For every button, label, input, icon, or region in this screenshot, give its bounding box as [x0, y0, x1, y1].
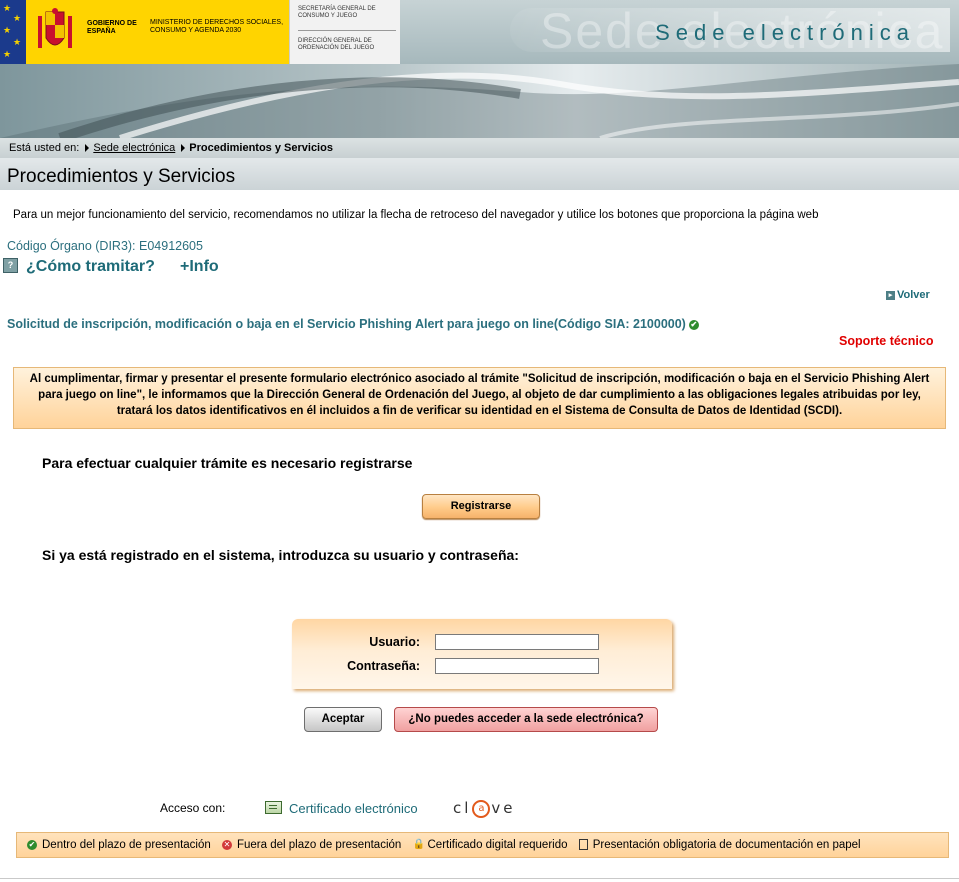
coat-of-arms-icon [38, 8, 72, 48]
login-heading: Si ya está registrado en el sistema, int… [42, 547, 519, 563]
legend-item: Presentación obligatoria de documentació… [578, 833, 861, 857]
legal-notice: Al cumplimentar, firmar y presentar el p… [13, 367, 946, 429]
help-icon[interactable]: ? [3, 258, 18, 273]
codigo-organo: Código Órgano (DIR3): E04912605 [7, 239, 203, 253]
legend-item: ✕ Fuera del plazo de presentación [221, 833, 402, 857]
eu-star-icon: ★ [3, 25, 12, 35]
lock-icon: 🔒 [412, 838, 425, 850]
arrow-right-icon: ▸ [886, 290, 895, 300]
register-heading: Para efectuar cualquier trámite es neces… [42, 455, 413, 471]
recommendation-text: Para un mejor funcionamiento del servici… [13, 209, 819, 221]
bottom-divider [0, 878, 959, 879]
eu-star-icon: ★ [13, 13, 22, 23]
eu-star-icon: ★ [13, 37, 22, 47]
ministerio-label: MINISTERIO DE DERECHOS SOCIALES, CONSUMO… [150, 19, 284, 34]
legend-item: ✔ Dentro del plazo de presentación [27, 833, 211, 857]
legend-item: 🔒 Certificado digital requerido [413, 833, 568, 857]
no-access-button[interactable]: ¿No puedes acceder a la sede electrónica… [394, 707, 658, 732]
government-strip: ★ ★ ★ ★ ★ GOBIERNO DE ESPAÑA MINISTERIO … [0, 0, 401, 64]
secretaria-label: SECRETARÍA GENERAL DE CONSUMO Y JUEGO [298, 6, 376, 19]
acceso-label: Acceso con: [160, 801, 226, 815]
sede-title: Sede electrónica [655, 20, 915, 45]
government-block: GOBIERNO DE ESPAÑA MINISTERIO DE DERECHO… [26, 0, 289, 64]
gobierno-label: GOBIERNO DE ESPAÑA [87, 20, 137, 35]
sede-banner: Sede electrónica Sede electrónica [400, 0, 959, 64]
legend-label: Certificado digital requerido [427, 839, 568, 851]
page-title: Procedimientos y Servicios [7, 166, 236, 187]
usuario-input[interactable] [435, 634, 599, 650]
eu-star-icon: ★ [3, 3, 12, 13]
check-circle-icon: ✔ [688, 319, 699, 330]
legend-label: Fuera del plazo de presentación [236, 839, 402, 851]
volver-link[interactable]: ▸ Volver [886, 289, 930, 301]
eu-star-icon: ★ [3, 49, 12, 59]
arrow-right-icon [181, 144, 186, 153]
site-header: ★ ★ ★ ★ ★ GOBIERNO DE ESPAÑA MINISTERIO … [0, 0, 959, 138]
certificate-icon[interactable] [265, 801, 282, 814]
procedure-title: Solicitud de inscripción, modificación o… [7, 317, 699, 331]
secretaria-block: SECRETARÍA GENERAL DE CONSUMO Y JUEGO DI… [289, 0, 401, 64]
clave-a-icon: a [472, 799, 491, 818]
decorative-swoosh [0, 64, 959, 138]
login-form: Usuario: Contraseña: [292, 619, 672, 689]
x-circle-icon: ✕ [221, 839, 232, 850]
procedure-title-text: Solicitud de inscripción, modificación o… [7, 317, 686, 331]
mas-info-link[interactable]: +Info [180, 258, 219, 276]
certificado-electronico-link[interactable]: Certificado electrónico [289, 801, 418, 816]
divider [298, 30, 396, 31]
registrarse-button[interactable]: Registrarse [422, 494, 540, 519]
volver-label: Volver [897, 289, 930, 301]
check-circle-icon: ✔ [27, 839, 37, 850]
clave-suffix: ve [491, 799, 516, 817]
legend-label: Dentro del plazo de presentación [42, 839, 211, 851]
page-title-bar: Procedimientos y Servicios [0, 158, 959, 190]
breadcrumb-current: Procedimientos y Servicios [189, 142, 333, 155]
breadcrumb-link-sede[interactable]: Sede electrónica [93, 142, 175, 154]
direccion-label: DIRECCIÓN GENERAL DE ORDENACIÓN DEL JUEG… [298, 38, 375, 51]
contrasena-label: Contraseña: [347, 659, 420, 673]
soporte-tecnico-link[interactable]: Soporte técnico [839, 334, 933, 348]
paper-icon [578, 839, 588, 851]
legal-notice-text: Al cumplimentar, firmar y presentar el p… [29, 373, 930, 417]
breadcrumb: Está usted en: Sede electrónica Procedimie… [0, 138, 959, 158]
clave-logo[interactable]: cl a ve [453, 799, 516, 818]
eu-flag: ★ ★ ★ ★ ★ [0, 0, 26, 64]
arrow-right-icon [85, 144, 90, 153]
legend-label: Presentación obligatoria de documentació… [592, 839, 861, 851]
usuario-label: Usuario: [369, 635, 420, 649]
breadcrumb-lead: Está usted en: [9, 142, 80, 155]
legend-bar: ✔ Dentro del plazo de presentación ✕ Fuera… [16, 832, 949, 858]
como-tramitar-link[interactable]: ¿Cómo tramitar? [26, 258, 155, 276]
aceptar-button[interactable]: Aceptar [304, 707, 382, 732]
contrasena-input[interactable] [435, 658, 599, 674]
clave-prefix: cl [453, 799, 472, 817]
